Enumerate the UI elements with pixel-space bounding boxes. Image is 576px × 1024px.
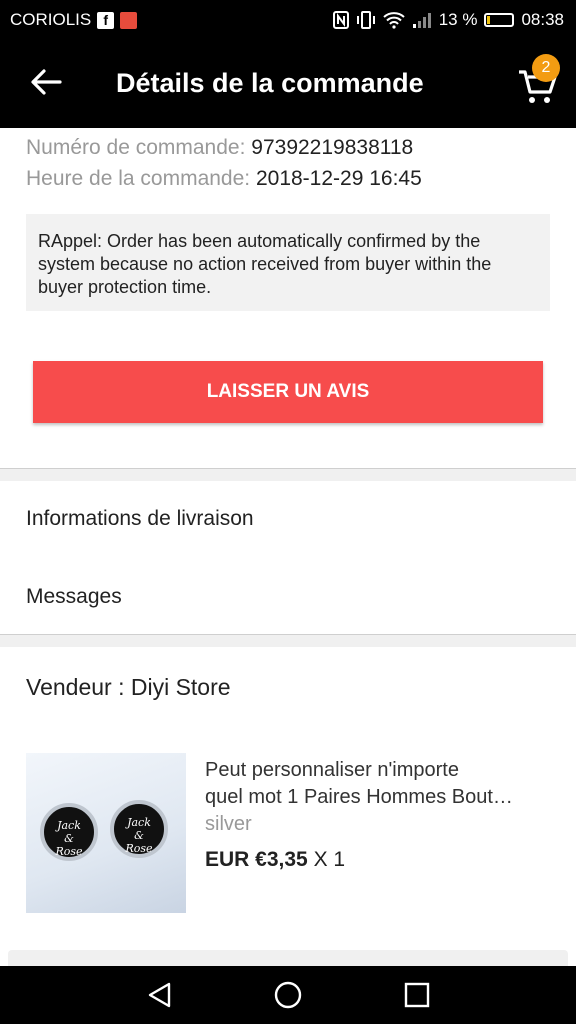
shipping-info-link[interactable]: Informations de livraison: [26, 507, 254, 531]
order-number-row: Numéro de commande: 97392219838118: [26, 132, 422, 163]
page-title: Détails de la commande: [116, 68, 424, 98]
wifi-icon: [383, 12, 405, 29]
back-arrow-icon[interactable]: [26, 62, 66, 102]
product-title[interactable]: Peut personnaliser n'importe quel mot 1 …: [205, 757, 555, 811]
battery-percent: 13 %: [438, 10, 478, 29]
cart-badge: 2: [532, 54, 560, 82]
engraving-line: Jack: [127, 816, 151, 829]
cufflink-left: Jack & Rose: [40, 803, 98, 861]
system-nav-bar: [0, 966, 576, 1024]
messages-link[interactable]: Messages: [26, 585, 122, 609]
clock: 08:38: [521, 10, 564, 29]
engraving-line: &: [64, 832, 74, 845]
product-price: EUR €3,35: [205, 848, 308, 871]
order-info: Numéro de commande: 97392219838118 Heure…: [26, 132, 422, 194]
facebook-icon: f: [97, 11, 115, 29]
seller-name[interactable]: Vendeur : Diyi Store: [26, 674, 231, 701]
engraving-line: &: [134, 829, 144, 842]
cufflink-right: Jack & Rose: [110, 800, 168, 858]
order-time-value: 2018-12-29 16:45: [255, 167, 422, 190]
carrier-name: CORIOLIS: [10, 10, 92, 29]
reminder-note: RAppel: Order has been automatically con…: [26, 214, 550, 311]
nav-back-icon[interactable]: [145, 980, 175, 1010]
product-variant: silver: [205, 813, 252, 835]
engraving-line: Jack: [57, 819, 81, 832]
nfc-icon: [332, 11, 349, 29]
order-number-label: Numéro de commande:: [26, 136, 246, 159]
order-time-label: Heure de la commande:: [26, 167, 251, 190]
section-divider: [0, 468, 576, 481]
vibrate-icon: [356, 11, 375, 29]
product-quantity: X 1: [313, 848, 346, 871]
mail-icon: [120, 11, 138, 29]
product-title-line: quel mot 1 Paires Hommes Bout…: [205, 786, 513, 808]
engraving-line: Rose: [55, 845, 83, 858]
order-time-row: Heure de la commande: 2018-12-29 16:45: [26, 163, 422, 194]
signal-icon: [412, 13, 431, 28]
section-divider: [0, 634, 576, 647]
engraving-line: Rose: [125, 842, 153, 855]
status-bar: CORIOLIS f 13 % 08:38: [0, 0, 576, 40]
product-image[interactable]: Jack & Rose Jack & Rose: [26, 753, 186, 913]
battery-icon: [484, 13, 515, 27]
order-number-value: 97392219838118: [251, 136, 414, 159]
leave-review-button[interactable]: LAISSER UN AVIS: [33, 361, 543, 423]
product-price-row: EUR €3,35 X 1: [205, 848, 345, 872]
product-title-line: Peut personnaliser n'importe: [205, 759, 459, 781]
nav-recents-icon[interactable]: [402, 980, 432, 1010]
app-bar: Détails de la commande 2: [0, 40, 576, 128]
nav-home-icon[interactable]: [273, 980, 303, 1010]
